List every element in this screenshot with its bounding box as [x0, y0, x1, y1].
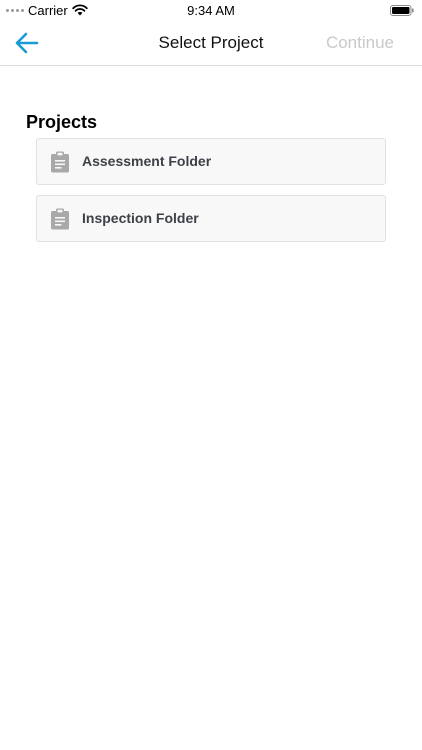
project-item-assessment-folder[interactable]: Assessment Folder [36, 138, 386, 185]
clipboard-icon [51, 208, 69, 230]
section-title: Projects [26, 112, 98, 132]
status-time: 9:34 AM [187, 3, 235, 18]
project-label: Assessment Folder [82, 153, 212, 169]
continue-button[interactable]: Continue [326, 33, 394, 53]
project-label: Inspection Folder [82, 210, 199, 226]
project-list: Assessment Folder Inspection Folder [36, 138, 386, 252]
project-item-inspection-folder[interactable]: Inspection Folder [36, 195, 386, 242]
navigation-bar: Select Project Continue [0, 22, 422, 66]
clipboard-icon [51, 151, 69, 173]
battery-icon [390, 5, 414, 16]
status-bar: Carrier 9:34 AM [0, 0, 422, 22]
